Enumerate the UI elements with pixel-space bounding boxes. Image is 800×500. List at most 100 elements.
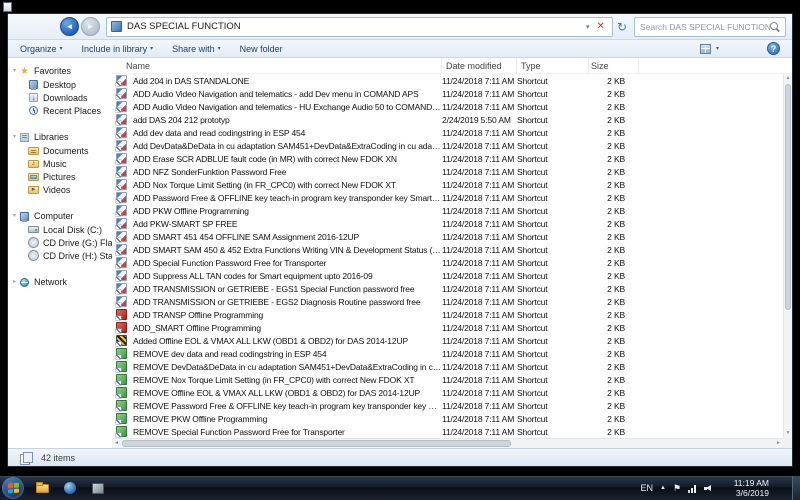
file-row[interactable]: REMOVE Password Free & OFFLINE key teach… <box>112 399 783 412</box>
hidden-icons-chevron-icon[interactable]: ▲ <box>660 485 666 491</box>
sidebar-group-network[interactable]: ▸ Network <box>8 275 112 289</box>
clock[interactable]: 11:19 AM 3/6/2019 <box>723 478 769 498</box>
language-indicator[interactable]: EN <box>640 483 653 493</box>
file-row[interactable]: REMOVE DevData&DeData in cu adaptation S… <box>112 360 783 373</box>
file-row[interactable]: ADD TRANSMISSION or GETRIEBE - EGS1 Spec… <box>112 282 783 295</box>
file-row[interactable]: ADD Audio Video Navigation and telematic… <box>112 87 783 100</box>
column-header-date-modified[interactable]: Date modified <box>442 58 517 73</box>
shortcut-file-icon <box>116 75 127 86</box>
file-row[interactable]: ADD SMART SAM 450 & 452 Extra Functions … <box>112 243 783 256</box>
scroll-down-icon[interactable]: ▼ <box>784 429 792 438</box>
toolbar-button-include-in-library[interactable]: Include in library ▾ <box>82 44 154 54</box>
file-row[interactable]: REMOVE Offline EOL & VMAX ALL LKW (OBD1 … <box>112 386 783 399</box>
refresh-icon[interactable]: ↻ <box>613 21 631 33</box>
sidebar-item-cd-drive-h-starfir[interactable]: CD Drive (H:) StarFir <box>8 249 112 262</box>
file-row[interactable]: ADD Suppress ALL TAN codes for Smart equ… <box>112 269 783 282</box>
file-row[interactable]: Add DevData&DeData in cu adaptation SAM4… <box>112 139 783 152</box>
address-bar[interactable]: DAS SPECIAL FUNCTION ▾ ✕ <box>106 16 613 37</box>
file-type: Shortcut <box>517 231 548 242</box>
file-row[interactable]: REMOVE Special Function Password Free fo… <box>112 425 783 438</box>
file-row[interactable]: ADD_SMART Offline Programming 11/24/2018 … <box>112 321 783 334</box>
toolbar-button-label: New folder <box>239 43 283 54</box>
file-row[interactable]: REMOVE PKW Offline Programming 11/24/2018… <box>112 412 783 425</box>
file-size: 2 KB <box>607 114 625 125</box>
expanded-arrow-icon[interactable]: ▾ <box>10 213 19 219</box>
sidebar-item-documents[interactable]: Documents <box>8 144 112 157</box>
file-row[interactable]: ADD Password Free & OFFLINE key teach-in… <box>112 191 783 204</box>
file-row[interactable]: ADD PKW Offline Programming 11/24/2018 7:… <box>112 204 783 217</box>
file-row[interactable]: ADD SMART 451 454 OFFLINE SAM Assignment… <box>112 230 783 243</box>
sidebar-item-downloads[interactable]: Downloads <box>8 91 112 104</box>
back-button[interactable]: ◄ <box>60 17 79 36</box>
file-row[interactable]: ADD Nox Torque Limit Setting (in FR_CPC0… <box>112 178 783 191</box>
toolbar-button-organize[interactable]: Organize ▾ <box>20 44 63 54</box>
vertical-scrollbar[interactable]: ▲ ▼ <box>783 74 792 438</box>
file-size: 2 KB <box>607 322 625 333</box>
scroll-left-icon[interactable]: ◄ <box>112 439 121 448</box>
expanded-arrow-icon[interactable]: ▾ <box>10 68 19 74</box>
change-view-button[interactable]: ▾ <box>699 43 719 54</box>
expanded-arrow-icon[interactable]: ▾ <box>10 134 19 140</box>
star-icon <box>19 66 30 77</box>
file-row[interactable]: ADD NFZ SonderFunktion Password Free 11/2… <box>112 165 783 178</box>
file-row[interactable]: ADD TRANSP Offline Programming 11/24/2018… <box>112 308 783 321</box>
search-input[interactable] <box>640 21 770 32</box>
scroll-up-icon[interactable]: ▲ <box>784 74 792 83</box>
sidebar-item-local-disk-c[interactable]: Local Disk (C:) <box>8 223 112 236</box>
stop-icon[interactable]: ✕ <box>594 21 608 32</box>
forward-button[interactable]: ► <box>81 17 100 36</box>
scroll-right-icon[interactable]: ► <box>774 439 783 448</box>
sidebar-item-label: CD Drive (G:) FlashD <box>43 237 112 248</box>
sidebar-item-music[interactable]: Music <box>8 157 112 170</box>
file-row[interactable]: ADD Special Function Password Free for T… <box>112 256 783 269</box>
volume-icon[interactable] <box>704 484 713 493</box>
file-type: Shortcut <box>517 88 548 99</box>
horizontal-scrollbar-thumb[interactable] <box>122 440 512 447</box>
show-desktop-button[interactable] <box>792 476 800 500</box>
column-header-type[interactable]: Type <box>517 58 589 73</box>
taskbar-app-button-2[interactable] <box>86 478 110 498</box>
file-type: Shortcut <box>517 387 548 398</box>
file-row[interactable]: Add PKW-SMART SP FREE 11/24/2018 7:11 AM S… <box>112 217 783 230</box>
collapsed-arrow-icon[interactable]: ▸ <box>10 279 19 285</box>
file-row[interactable]: Added Offline EOL & VMAX ALL LKW (OBD1 &… <box>112 334 783 347</box>
network-icon[interactable] <box>688 483 697 493</box>
sidebar-item-cd-drive-g-flashd[interactable]: CD Drive (G:) FlashD <box>8 236 112 249</box>
file-row[interactable]: ADD Audio Video Navigation and telematic… <box>112 100 783 113</box>
taskbar-app-button-1[interactable] <box>58 478 82 498</box>
vertical-scrollbar-thumb[interactable] <box>785 84 791 310</box>
computer-icon <box>19 211 30 222</box>
sidebar-group-favorites[interactable]: ▾ Favorites <box>8 64 112 78</box>
horizontal-scrollbar[interactable]: ◄ ► <box>112 438 783 448</box>
file-row[interactable]: REMOVE dev data and read codingstring in… <box>112 347 783 360</box>
sidebar-item-pictures[interactable]: Pictures <box>8 170 112 183</box>
sidebar-group-libraries[interactable]: ▾ Libraries <box>8 130 112 144</box>
downloads-icon <box>28 92 39 103</box>
help-button[interactable]: ? <box>767 42 780 55</box>
sidebar-item-label: Desktop <box>43 79 77 90</box>
column-header-name[interactable]: Name <box>112 58 442 73</box>
column-header-size[interactable]: Size <box>589 58 639 73</box>
file-size: 2 KB <box>607 335 625 346</box>
search-box[interactable] <box>634 16 786 37</box>
toolbar-items: Organize ▾ Include in library ▾ Share with ▾ N… <box>20 44 302 54</box>
toolbar-button-share-with[interactable]: Share with ▾ <box>172 44 221 54</box>
start-button[interactable] <box>2 477 24 499</box>
file-name: ADD Special Function Password Free for T… <box>133 257 327 268</box>
file-row[interactable]: ADD Erase SCR ADBLUE fault code (in MR) … <box>112 152 783 165</box>
file-row[interactable]: REMOVE Nox Torque Limit Setting (in FR_C… <box>112 373 783 386</box>
file-row[interactable]: Add 204 in DAS STANDALONE 11/24/2018 7:11… <box>112 74 783 87</box>
sidebar-item-recent-places[interactable]: Recent Places <box>8 104 112 117</box>
file-row[interactable]: Add dev data and read codingstring in ES… <box>112 126 783 139</box>
action-center-icon[interactable]: ⚑ <box>673 483 681 494</box>
sidebar-item-videos[interactable]: Videos <box>8 183 112 196</box>
file-row[interactable]: add DAS 204 212 prototyp 2/24/2019 5:50 A… <box>112 113 783 126</box>
sidebar-group-computer[interactable]: ▾ Computer <box>8 209 112 223</box>
taskbar-explorer-button[interactable] <box>30 478 54 498</box>
toolbar-button-new-folder[interactable]: New folder <box>240 44 283 54</box>
address-dropdown-icon[interactable]: ▾ <box>582 23 594 31</box>
file-row[interactable]: ADD TRANSMISSION or GETRIEBE - EGS2 Diag… <box>112 295 783 308</box>
sidebar-item-desktop[interactable]: Desktop <box>8 78 112 91</box>
shortcut-file-icon <box>116 218 127 229</box>
sidebar-item-label: CD Drive (H:) StarFir <box>43 250 112 261</box>
